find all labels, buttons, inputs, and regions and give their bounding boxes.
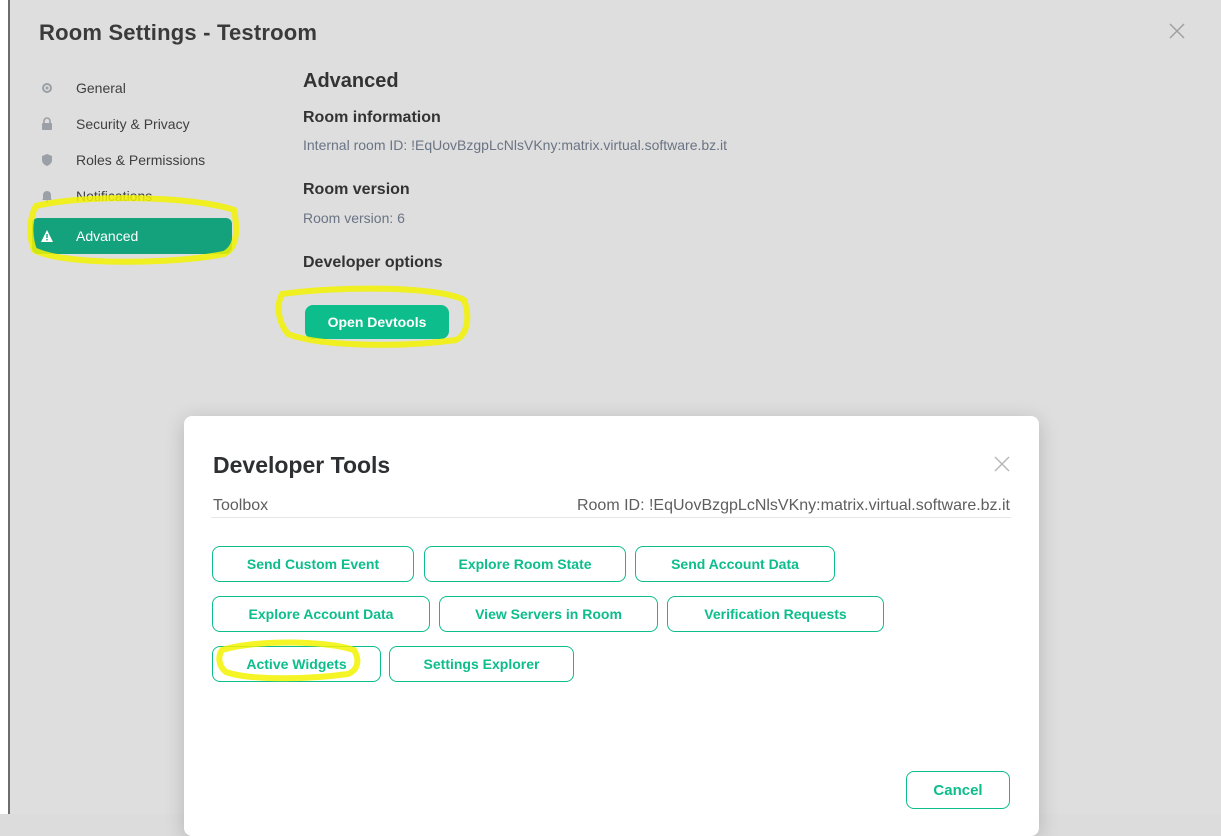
window-frame [0,0,8,814]
cancel-button[interactable]: Cancel [906,771,1010,809]
send-account-data-button[interactable]: Send Account Data [635,546,835,582]
view-servers-button[interactable]: View Servers in Room [439,596,658,632]
sidebar-item-label: Notifications [76,188,153,204]
sidebar-item-label: Roles & Permissions [76,152,206,168]
close-icon[interactable] [1165,19,1189,43]
page-title: Advanced [303,70,399,92]
active-widgets-button[interactable]: Active Widgets [212,646,381,682]
room-version-value: Room version: 6 [303,210,405,226]
sidebar-item-advanced[interactable]: Advanced [32,218,232,254]
open-devtools-button[interactable]: Open Devtools [305,305,449,339]
developer-tools-dialog: Developer Tools Toolbox Room ID: !EqUovB… [184,416,1039,836]
room-id-label: Room ID: !EqUovBzgpLcNlsVKny:matrix.virt… [576,497,1010,514]
lock-icon [40,117,54,131]
send-custom-event-button[interactable]: Send Custom Event [212,546,414,582]
internal-room-id: Internal room ID: !EqUovBzgpLcNlsVKny:ma… [303,137,728,153]
sidebar-item-security[interactable]: Security & Privacy [32,106,232,142]
room-version-heading: Room version [303,181,410,198]
settings-title: Room Settings - Testroom [39,20,318,45]
sidebar-item-roles[interactable]: Roles & Permissions [32,142,232,178]
sidebar-item-label: General [76,80,126,96]
settings-explorer-button[interactable]: Settings Explorer [389,646,574,682]
dialog-title: Developer Tools [213,452,391,478]
shield-icon [40,153,54,167]
room-info-heading: Room information [303,109,441,126]
close-icon[interactable] [992,454,1012,474]
developer-options-heading: Developer options [303,254,443,271]
divider [211,517,1011,518]
explore-account-data-button[interactable]: Explore Account Data [212,596,430,632]
warning-icon [40,229,54,243]
toolbox-label: Toolbox [213,497,269,514]
sidebar-item-notifications[interactable]: Notifications [32,178,232,214]
bell-icon [40,189,54,203]
advanced-panel: Advanced Room information Internal room … [303,66,1103,272]
sidebar-item-general[interactable]: General [32,70,232,106]
sidebar-item-label: Advanced [76,228,139,244]
gear-icon [40,81,54,95]
explore-room-state-button[interactable]: Explore Room State [424,546,626,582]
verification-requests-button[interactable]: Verification Requests [667,596,884,632]
settings-sidebar: General Security & Privacy Roles & Permi… [32,70,232,254]
sidebar-item-label: Security & Privacy [76,116,190,132]
